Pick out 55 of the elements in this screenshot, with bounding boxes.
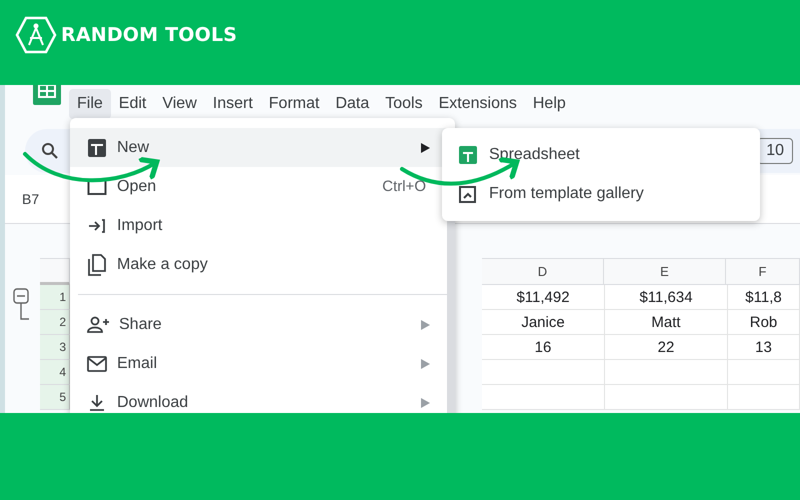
table-cell[interactable] bbox=[728, 385, 800, 410]
table-cell[interactable] bbox=[728, 360, 800, 385]
copy-icon bbox=[87, 254, 107, 276]
menu-bar-item[interactable]: Extensions bbox=[430, 89, 525, 119]
menu-item[interactable]: Share bbox=[70, 305, 455, 344]
menu-item[interactable]: Make a copy bbox=[70, 245, 455, 284]
menu-bar-item[interactable]: File bbox=[69, 89, 111, 119]
table-cell[interactable]: $11,492 bbox=[482, 285, 605, 310]
row-header[interactable]: 3 bbox=[40, 335, 70, 360]
download-icon bbox=[87, 392, 107, 412]
table-cell[interactable]: $11,8 bbox=[728, 285, 800, 310]
table-cell[interactable]: 22 bbox=[605, 335, 728, 360]
menu-bar-item[interactable]: Edit bbox=[110, 89, 154, 119]
menu-item[interactable]: Email bbox=[70, 344, 455, 383]
column-header[interactable]: F bbox=[726, 258, 800, 285]
table-cell[interactable]: 13 bbox=[728, 335, 800, 360]
shortcut-text: Ctrl+O bbox=[382, 178, 426, 195]
menu-bar-item[interactable]: Format bbox=[260, 89, 328, 119]
row-header[interactable]: 2 bbox=[40, 310, 70, 335]
corner-header[interactable] bbox=[40, 258, 70, 285]
search-icon[interactable] bbox=[41, 142, 59, 160]
add-person-icon bbox=[87, 314, 109, 334]
menu-bar-item[interactable]: Tools bbox=[377, 89, 431, 119]
table-cell[interactable]: Janice bbox=[482, 310, 605, 335]
row-header[interactable]: 1 bbox=[40, 285, 70, 310]
table-cell[interactable] bbox=[605, 385, 728, 410]
table-cell[interactable]: Rob bbox=[728, 310, 800, 335]
table-cell[interactable]: 16 bbox=[482, 335, 605, 360]
row-header[interactable]: 5 bbox=[40, 385, 70, 410]
submenu-arrow-icon bbox=[421, 142, 430, 152]
spreadsheet-icon bbox=[459, 146, 477, 164]
column-header[interactable]: D bbox=[482, 258, 604, 285]
template-icon bbox=[459, 184, 477, 202]
table-cell[interactable] bbox=[482, 385, 605, 410]
submenu-arrow-icon bbox=[421, 320, 430, 330]
table-cell[interactable] bbox=[605, 360, 728, 385]
logo-icon bbox=[15, 16, 57, 54]
submenu-arrow-icon bbox=[421, 358, 430, 368]
row-header[interactable]: 4 bbox=[40, 360, 70, 385]
menu-bar-item[interactable]: Help bbox=[524, 89, 574, 119]
menu-item[interactable]: Download bbox=[70, 383, 455, 413]
table-cell[interactable]: Matt bbox=[605, 310, 728, 335]
brand-name: RANDOM TOOLS bbox=[61, 24, 238, 46]
table-cell[interactable] bbox=[482, 360, 605, 385]
envelope-icon bbox=[87, 356, 107, 372]
column-header[interactable]: E bbox=[604, 258, 726, 285]
name-box[interactable]: B7 bbox=[22, 191, 40, 207]
plus-square-icon bbox=[87, 138, 107, 158]
submenu-arrow-icon bbox=[421, 398, 430, 408]
menu-item[interactable]: From template gallery bbox=[442, 174, 760, 213]
table-cell[interactable]: $11,634 bbox=[605, 285, 728, 310]
group-collapse-icon[interactable] bbox=[12, 288, 32, 322]
menu-bar-item[interactable]: Insert bbox=[204, 89, 261, 119]
menu-bar-item[interactable]: View bbox=[154, 89, 205, 119]
menu-bar-item[interactable]: Data bbox=[327, 89, 378, 119]
